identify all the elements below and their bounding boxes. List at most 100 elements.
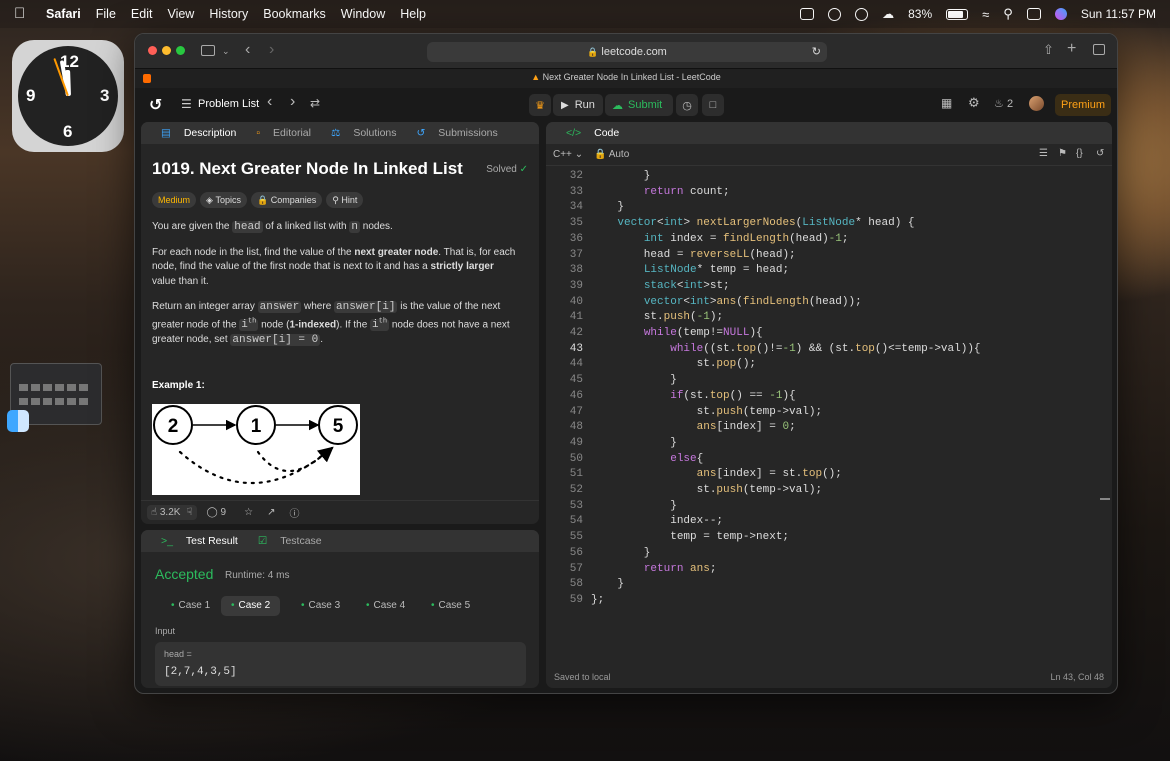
like-button[interactable]: ☝ 3.2K (151, 507, 180, 518)
info-icon[interactable] (828, 7, 842, 21)
next-problem-icon[interactable]: › (290, 93, 295, 111)
weather-icon[interactable]: ☁ (882, 7, 894, 21)
topics-tag[interactable]: ◈ Topics (200, 192, 247, 208)
premium-button[interactable]: Premium (1055, 94, 1111, 116)
comments-button[interactable]: ◯ 9 (207, 507, 227, 518)
menu-view[interactable]: View (167, 7, 194, 21)
code-line[interactable]: 57 return ans; (546, 562, 717, 578)
code-editor[interactable]: 32 } 33 return count; 34 } 35 vector<int> n… (546, 166, 1102, 644)
notes-button[interactable]: □ (702, 94, 724, 116)
menu-window[interactable]: Window (341, 7, 385, 21)
auto-mode[interactable]: 🔒 Auto (594, 149, 629, 160)
tab-overview-icon[interactable] (1093, 44, 1105, 55)
star-icon[interactable]: ☆ (244, 507, 253, 518)
battery-icon[interactable] (946, 8, 969, 20)
hint-tag[interactable]: ⚲ Hint (326, 192, 364, 208)
code-line[interactable]: 43 while((st.top()!=-1) && (st.top()<=te… (546, 342, 981, 358)
case-tab-3[interactable]: • Case 3 (291, 596, 350, 616)
code-line[interactable]: 33 return count; (546, 185, 730, 201)
menu-app-name[interactable]: Safari (46, 7, 81, 21)
control-center-icon[interactable] (1026, 8, 1041, 20)
code-line[interactable]: 42 while(temp!=NULL){ (546, 326, 763, 342)
code-line[interactable]: 45 } (546, 373, 677, 389)
siri-icon[interactable] (1054, 8, 1067, 20)
code-line[interactable]: 48 ans[index] = 0; (546, 420, 796, 436)
help-icon[interactable]: ⓘ (289, 505, 299, 520)
gear-icon[interactable]: ⚙ (968, 95, 980, 111)
companies-tag[interactable]: 🔒 Companies (250, 192, 323, 208)
share-icon[interactable]: ⇧ (1043, 42, 1054, 58)
code-line[interactable]: 55 temp = temp->next; (546, 530, 789, 546)
format-icon[interactable]: ☰ (1039, 148, 1048, 159)
code-line[interactable]: 50 else{ (546, 452, 703, 468)
new-tab-icon[interactable]: + (1067, 40, 1076, 58)
menu-file[interactable]: File (96, 7, 116, 21)
code-line[interactable]: 51 ans[index] = st.top(); (546, 467, 842, 483)
menu-clock[interactable]: Sun 11:57 PM (1081, 7, 1156, 21)
code-line[interactable]: 44 st.pop(); (546, 357, 756, 373)
menu-history[interactable]: History (209, 7, 248, 21)
avatar[interactable] (1029, 96, 1044, 111)
code-line[interactable]: 49 } (546, 436, 677, 452)
back-icon[interactable]: ‹ (245, 41, 250, 59)
input-box[interactable]: head = [2,7,4,3,5] (155, 642, 526, 686)
address-bar[interactable]: 🔒 leetcode.com ↻ (427, 42, 827, 62)
wifi-icon[interactable]: ≈ (982, 7, 989, 22)
tab-solutions[interactable]: ⚖ Solutions (321, 127, 397, 139)
code-line[interactable]: 40 vector<int>ans(findLength(head)); (546, 295, 862, 311)
braces-icon[interactable]: {} (1076, 148, 1083, 159)
tab-submissions[interactable]: ↺ Submissions (407, 127, 498, 139)
menu-help[interactable]: Help (400, 7, 426, 21)
code-line[interactable]: 32 } (546, 169, 651, 185)
tab-testcase[interactable]: ☑ Testcase (248, 535, 322, 547)
leetcode-logo-icon[interactable]: ↺ (149, 95, 162, 115)
chevron-down-icon[interactable]: ⌄ (222, 46, 230, 57)
reload-icon[interactable]: ↻ (812, 42, 821, 62)
reset-icon[interactable]: ↺ (1096, 148, 1104, 159)
code-line[interactable]: 46 if(st.top() == -1){ (546, 389, 796, 405)
code-line[interactable]: 37 head = reverseLL(head); (546, 248, 796, 264)
case-tab-1[interactable]: • Case 1 (161, 596, 220, 616)
case-tab-2[interactable]: • Case 2 (221, 596, 281, 616)
tab-test-result[interactable]: >_ Test Result (151, 535, 238, 547)
shuffle-icon[interactable]: ⇄ (310, 96, 320, 110)
language-select[interactable]: C++ ⌄ (553, 149, 583, 160)
code-line[interactable]: 38 ListNode* temp = head; (546, 263, 789, 279)
zoom-button[interactable] (176, 46, 185, 55)
case-tab-4[interactable]: • Case 4 (356, 596, 415, 616)
streak-counter[interactable]: ♨ 2 (994, 97, 1013, 110)
difficulty-tag[interactable]: Medium (152, 192, 197, 208)
run-button[interactable]: ▶ Run (553, 94, 603, 116)
menu-edit[interactable]: Edit (131, 7, 153, 21)
layout-icon[interactable]: ▦ (941, 96, 952, 110)
prev-problem-icon[interactable]: ‹ (267, 93, 272, 111)
code-line[interactable]: 52 st.push(temp->val); (546, 483, 822, 499)
debug-button[interactable]: ♛ (529, 94, 551, 116)
tab-description[interactable]: ▤ Description (151, 127, 236, 139)
submit-button[interactable]: ☁ Submit (605, 94, 673, 116)
share-icon[interactable]: ↗ (267, 507, 275, 518)
code-line[interactable]: 58 } (546, 577, 624, 593)
code-line[interactable]: 59}; (546, 593, 604, 609)
timer-button[interactable]: ◷ (676, 94, 698, 116)
minimize-button[interactable] (162, 46, 171, 55)
search-icon[interactable]: ⚲ (1003, 6, 1013, 22)
code-tab[interactable]: </> Code (556, 127, 619, 139)
car-icon[interactable] (800, 8, 815, 20)
code-line[interactable]: 39 stack<int>st; (546, 279, 730, 295)
menu-bookmarks[interactable]: Bookmarks (263, 7, 326, 21)
apple-icon[interactable]:  (14, 6, 28, 22)
play-icon[interactable] (855, 7, 869, 21)
tab-editorial[interactable]: ▫ Editorial (246, 127, 311, 139)
code-line[interactable]: 47 st.push(temp->val); (546, 405, 822, 421)
dislike-button[interactable]: ☟ (186, 507, 192, 518)
code-line[interactable]: 56 } (546, 546, 651, 562)
close-button[interactable] (148, 46, 157, 55)
code-line[interactable]: 54 index--; (546, 514, 723, 530)
bookmark-icon[interactable]: ⚑ (1058, 148, 1067, 159)
problem-list-link[interactable]: Problem List (198, 98, 259, 110)
active-tab[interactable]: ▲ Next Greater Node In Linked List - Lee… (135, 72, 1117, 82)
forward-icon[interactable]: › (269, 41, 274, 59)
code-line[interactable]: 35 vector<int> nextLargerNodes(ListNode*… (546, 216, 915, 232)
code-line[interactable]: 41 st.push(-1); (546, 310, 723, 326)
